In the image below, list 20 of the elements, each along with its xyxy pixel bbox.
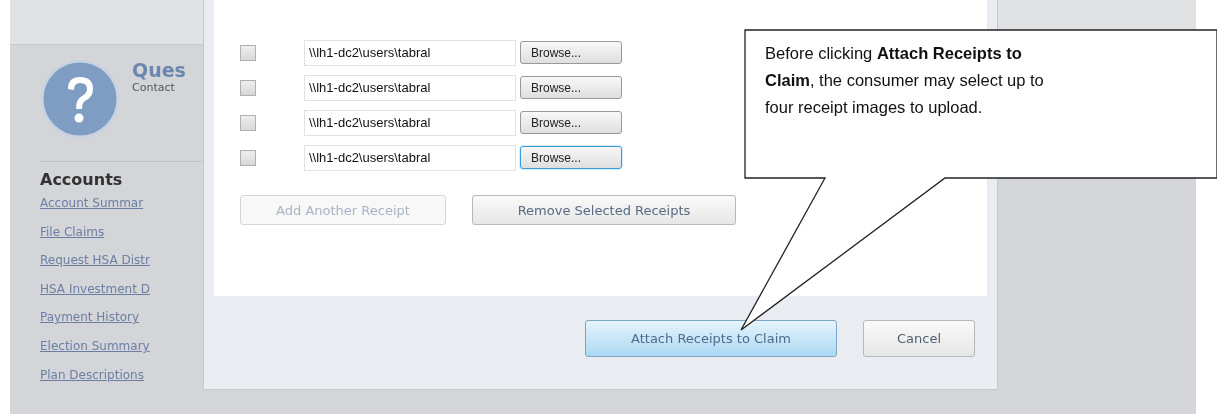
help-title: Ques — [132, 59, 186, 81]
help-icon — [40, 59, 120, 139]
checkbox[interactable] — [240, 114, 256, 131]
browse-button[interactable]: Browse... — [520, 146, 622, 169]
checkbox[interactable] — [240, 149, 256, 166]
help-subtitle: Contact — [132, 81, 176, 94]
browse-button[interactable]: Browse... — [520, 41, 622, 64]
file-path-field[interactable]: \\lh1-dc2\users\tabral — [304, 74, 516, 101]
checkbox[interactable] — [240, 44, 256, 61]
attach-receipts-button[interactable]: Attach Receipts to Claim — [585, 320, 837, 357]
browse-button[interactable]: Browse... — [520, 111, 622, 134]
checkbox[interactable] — [240, 79, 256, 96]
file-path-field[interactable]: \\lh1-dc2\users\tabral — [304, 39, 516, 66]
cancel-button[interactable]: Cancel — [863, 320, 975, 357]
callout-text: Before clicking Attach Receipts to Claim, the consumer may select up to four receipt images to upload. — [765, 43, 1045, 118]
remove-receipts-button[interactable]: Remove Selected Receipts — [472, 195, 736, 225]
file-path-field[interactable]: \\lh1-dc2\users\tabral — [304, 109, 516, 136]
file-path-field[interactable]: \\lh1-dc2\users\tabral — [304, 144, 516, 171]
browse-button[interactable]: Browse... — [520, 76, 622, 99]
section-heading: Accounts — [40, 170, 124, 189]
